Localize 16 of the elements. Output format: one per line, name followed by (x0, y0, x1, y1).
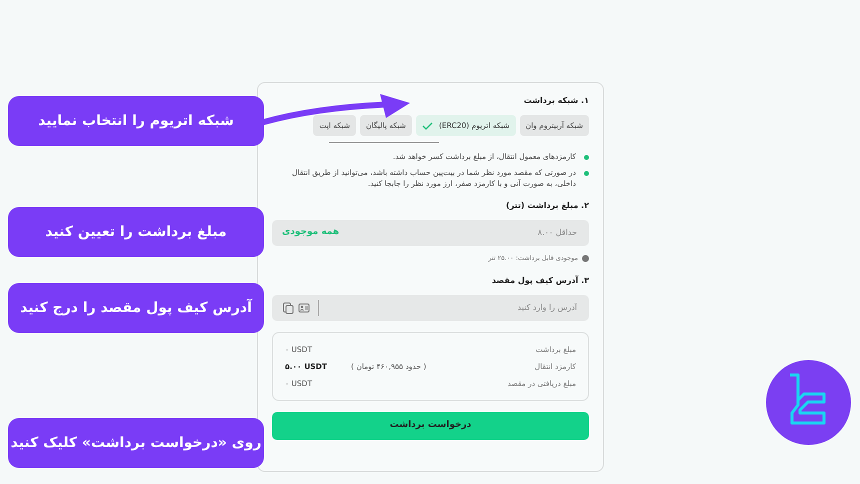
withdraw-request-button[interactable]: درخواست برداشت (272, 412, 589, 440)
logo-icon (766, 360, 851, 445)
info-icon (582, 255, 589, 262)
callout-label: آدرس کیف پول مقصد را درج کنید (8, 283, 264, 333)
section-title: ۱. شبکه برداشت (524, 95, 589, 107)
contact-card-icon[interactable] (298, 302, 310, 314)
check-icon (422, 122, 433, 130)
bullet-icon (584, 170, 589, 176)
section-title: ۲. مبلغ برداشت (تتر) (506, 200, 589, 212)
callout-label: شبکه اتریوم را انتخاب نمایید (8, 96, 264, 146)
clipboard-icon[interactable] (282, 301, 294, 314)
section-title: ۳. آدرس کیف پول مقصد (492, 274, 589, 287)
callout-label: روی «درخواست برداشت» کلیک کنید (8, 418, 264, 468)
bullet-icon (584, 155, 589, 160)
amount-input[interactable]: حداقل ۸.۰۰ (339, 226, 579, 240)
callout-label: مبلغ برداشت را تعیین کنید (8, 207, 264, 257)
